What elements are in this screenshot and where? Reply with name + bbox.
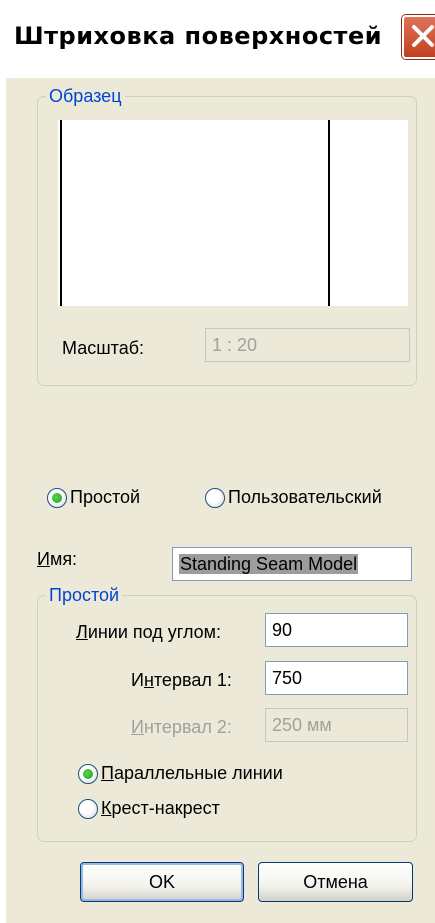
interval1-label: Интервал 1: [131,670,232,690]
angle-input[interactable]: 90 [265,613,408,647]
radio-custom-label[interactable]: Пользовательский [228,487,382,508]
close-icon [412,25,434,47]
radio-parallel-lines[interactable] [78,764,98,784]
scale-label: Масштаб: [62,338,145,358]
interval2-field: 250 мм [265,708,408,742]
radio-parallel-lines-label[interactable]: Параллельные линии [101,763,283,784]
preview-hatch-line [328,120,330,306]
window-frame-left [0,78,6,923]
scale-field: 1 : 20 [205,328,410,362]
hatch-preview [58,120,408,306]
close-button[interactable] [402,15,435,59]
radio-selected-dot [83,769,93,779]
ok-button[interactable]: OK [80,862,244,902]
radio-crosshatch[interactable] [78,799,98,819]
radio-crosshatch-label[interactable]: Крест-накрест [101,798,220,819]
hatch-dialog: Штриховка поверхностей Образец Масштаб: … [0,0,435,923]
angle-label: Линии под углом: [76,622,222,642]
radio-selected-dot [52,493,62,503]
cancel-button[interactable]: Отмена [258,862,413,902]
interval2-label: Интервал 2: [131,717,232,737]
name-label: Имя: [37,549,78,569]
window-title: Штриховка поверхностей [14,22,383,50]
name-value: Standing Seam Model [179,554,359,574]
sample-group-legend: Образец [46,85,125,107]
name-input[interactable]: Standing Seam Model [172,547,412,581]
preview-hatch-line [60,120,62,306]
radio-custom[interactable] [205,488,225,508]
title-bar[interactable]: Штриховка поверхностей [0,0,435,78]
simple-group-legend: Простой [46,584,123,606]
interval1-input[interactable]: 750 [265,661,408,695]
radio-simple[interactable] [47,488,67,508]
radio-simple-label[interactable]: Простой [70,487,140,508]
